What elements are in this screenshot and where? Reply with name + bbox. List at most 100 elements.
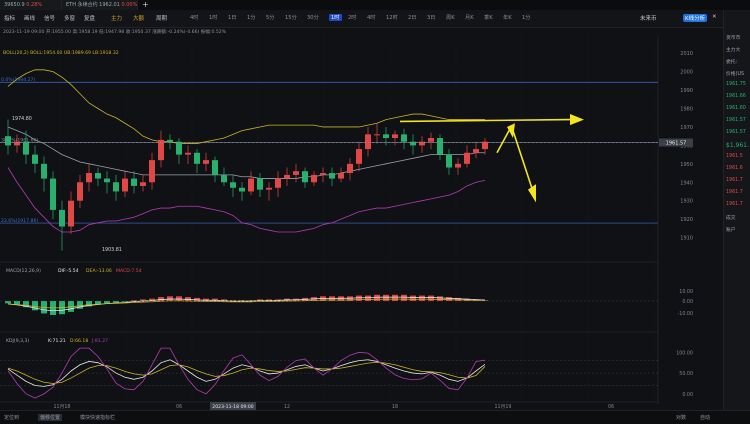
candle-body[interactable] [113,182,119,192]
toolbar-replay[interactable]: 复盘 [84,14,95,22]
candle-body[interactable] [311,174,317,183]
period-6[interactable]: 30分 [307,14,319,21]
candle-body[interactable] [5,136,11,146]
kline-chart[interactable]: 2010200019901980197019601950194019301920… [0,36,695,410]
right-panel-item: 货币市 [726,36,741,41]
period-10[interactable]: 12时 [386,14,398,21]
period-4[interactable]: 5分 [266,14,275,21]
close-icon[interactable]: ✕ [712,14,717,20]
toolbar-large[interactable]: 大额 [133,14,144,22]
candle-body[interactable] [77,182,83,201]
right-panel-item[interactable]: 成交 [726,214,736,221]
toolbar-main-force[interactable]: 主力 [111,14,122,22]
candle-body[interactable] [185,152,191,155]
toolbar-draw[interactable]: 画线 [24,14,35,22]
candle-body[interactable] [356,149,362,164]
candle-body[interactable] [455,163,461,168]
candle-body[interactable] [140,182,146,186]
auto-toggle[interactable]: 自动 [700,414,710,421]
arrow-right-stroke [399,118,571,123]
candle-body[interactable] [437,138,443,155]
period-2[interactable]: 1日 [228,14,237,21]
candle-body[interactable] [131,178,137,186]
candle-body[interactable] [401,134,407,142]
period-12[interactable]: 3日 [427,14,436,21]
candle-body[interactable] [428,138,434,142]
y-tick-label: 1980 [680,107,693,113]
candle-body[interactable] [284,174,290,179]
tab-eth[interactable]: ETH 永续合约 1962.01 0.00% [62,0,138,10]
period-8[interactable]: 2时 [348,14,357,21]
candle-body[interactable] [59,209,65,227]
period-14[interactable]: 月K [465,14,474,21]
offset-button[interactable]: 偏移位置 [38,414,63,421]
period-11[interactable]: 2日 [408,14,417,21]
right-panel-item[interactable]: 账户 [726,226,736,233]
period-0[interactable]: 4时 [190,14,199,21]
candle-body[interactable] [122,178,128,192]
period-3[interactable]: 1分 [247,14,256,21]
y-tick-label: 1970 [680,125,693,131]
candle-body[interactable] [212,160,218,175]
candle-body[interactable] [329,173,335,179]
candle-body[interactable] [383,134,389,139]
candle-body[interactable] [86,173,92,183]
period-17[interactable]: 1分 [522,14,531,21]
candle-body[interactable] [320,173,326,175]
candle-body[interactable] [239,187,245,192]
log-toggle[interactable]: 对数 [676,414,686,421]
toolbar-multiwindow[interactable]: 多窗 [64,14,75,22]
candle-body[interactable] [158,139,164,161]
period-5[interactable]: 15分 [285,14,297,21]
candle-body[interactable] [104,178,110,183]
candle-body[interactable] [464,152,470,164]
candle-body[interactable] [302,171,308,183]
candle-body[interactable] [347,163,353,174]
macd-bar [392,294,398,301]
candle-body[interactable] [68,200,74,227]
period-16[interactable]: 年K [503,14,512,21]
candle-body[interactable] [203,160,209,164]
candle-body[interactable] [257,178,263,190]
toolbar-signal[interactable]: 信号 [44,14,55,22]
candle-body[interactable] [473,149,479,153]
candle-body[interactable] [149,160,155,183]
period-13[interactable]: 周K [446,14,455,21]
candle-body[interactable] [446,154,452,168]
candle-body[interactable] [194,152,200,164]
period-15[interactable]: 季K [484,14,493,21]
locate-button[interactable]: 定位到 [4,414,19,421]
candle-body[interactable] [266,187,272,190]
arrow-down-stroke [512,130,534,192]
candle-body[interactable] [482,141,488,150]
tab-btc[interactable]: 39650.9 0.28% [0,0,62,10]
candle-body[interactable] [338,173,344,179]
candle-body[interactable] [392,134,398,139]
candle-body[interactable] [176,141,182,155]
candle-body[interactable] [167,139,173,142]
candle-body[interactable] [50,178,56,210]
tab-price: 1962.01 [99,2,120,8]
candle-body[interactable] [275,178,281,188]
right-panel-item: 价格(US [726,72,745,77]
period-7[interactable]: 1时 [329,14,342,21]
kline-analysis-button[interactable]: K线分析 [683,14,708,22]
candle-body[interactable] [248,178,254,192]
candle-body[interactable] [293,171,299,175]
candle-body[interactable] [95,173,101,179]
candle-body[interactable] [230,182,236,188]
period-1[interactable]: 1时 [209,14,218,21]
candle-body[interactable] [23,141,29,155]
period-9[interactable]: 4时 [367,14,376,21]
candle-body[interactable] [374,134,380,136]
toolbar-indicator[interactable]: 指标 [4,14,15,22]
candle-body[interactable] [32,154,38,164]
toolbar-period[interactable]: 周期 [156,14,167,22]
candle-body[interactable] [221,174,227,183]
macd-bar [104,301,110,304]
y-tick-label: 2010 [680,51,693,57]
candle-body[interactable] [41,163,47,179]
add-tab-icon[interactable]: + [138,0,152,10]
market-select[interactable]: 未来币 [640,14,657,22]
candle-body[interactable] [365,134,371,150]
